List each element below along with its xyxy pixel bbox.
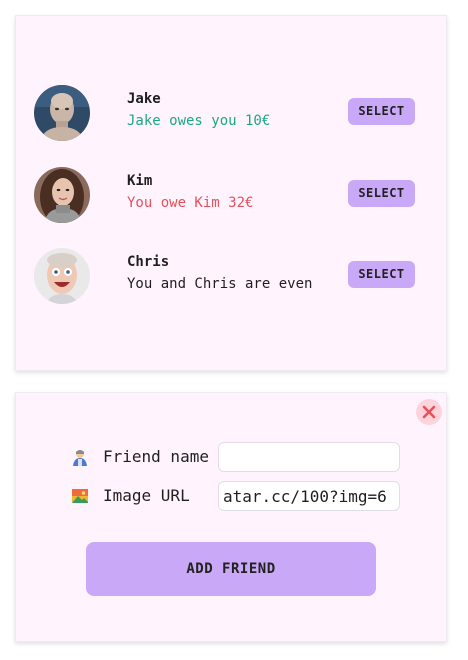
- friend-name: Kim: [127, 173, 153, 189]
- avatar-photo-icon: [34, 85, 90, 141]
- friend-name-row: Friend name: [71, 442, 411, 472]
- select-friend-button[interactable]: SELECT: [348, 98, 415, 125]
- friend-balance-status: Jake owes you 10€: [127, 113, 271, 129]
- friend-item-kim: Kim You owe Kim 32€ SELECT: [16, 167, 446, 227]
- image-icon: [71, 487, 89, 505]
- friend-balance-status: You and Chris are even: [127, 276, 313, 292]
- friend-item-jake: Jake Jake owes you 10€ SELECT: [16, 85, 446, 145]
- person-icon: [71, 448, 89, 466]
- friend-name: Jake: [127, 91, 161, 107]
- image-url-row: Image URL: [71, 481, 411, 511]
- friend-name-label: Friend name: [103, 447, 209, 466]
- friend-name: Chris: [127, 254, 170, 270]
- add-friend-button[interactable]: ADD FRIEND: [86, 542, 376, 596]
- image-url-label: Image URL: [103, 486, 190, 505]
- image-url-input[interactable]: [218, 481, 400, 511]
- friends-list-card: Jake Jake owes you 10€ SELECT Kim You ow…: [15, 15, 447, 371]
- close-icon: [422, 405, 436, 419]
- avatar-photo-icon: [34, 248, 90, 304]
- select-friend-button[interactable]: SELECT: [348, 180, 415, 207]
- friend-item-chris: Chris You and Chris are even SELECT: [16, 248, 446, 308]
- avatar-photo-icon: [34, 167, 90, 223]
- friend-avatar: [34, 167, 90, 223]
- add-friend-form: Friend name Image URL ADD FRIEND: [15, 392, 447, 642]
- friend-name-input[interactable]: [218, 442, 400, 472]
- select-friend-button[interactable]: SELECT: [348, 261, 415, 288]
- close-form-button[interactable]: [416, 399, 442, 425]
- friend-avatar: [34, 85, 90, 141]
- friend-balance-status: You owe Kim 32€: [127, 195, 254, 211]
- friend-avatar: [34, 248, 90, 304]
